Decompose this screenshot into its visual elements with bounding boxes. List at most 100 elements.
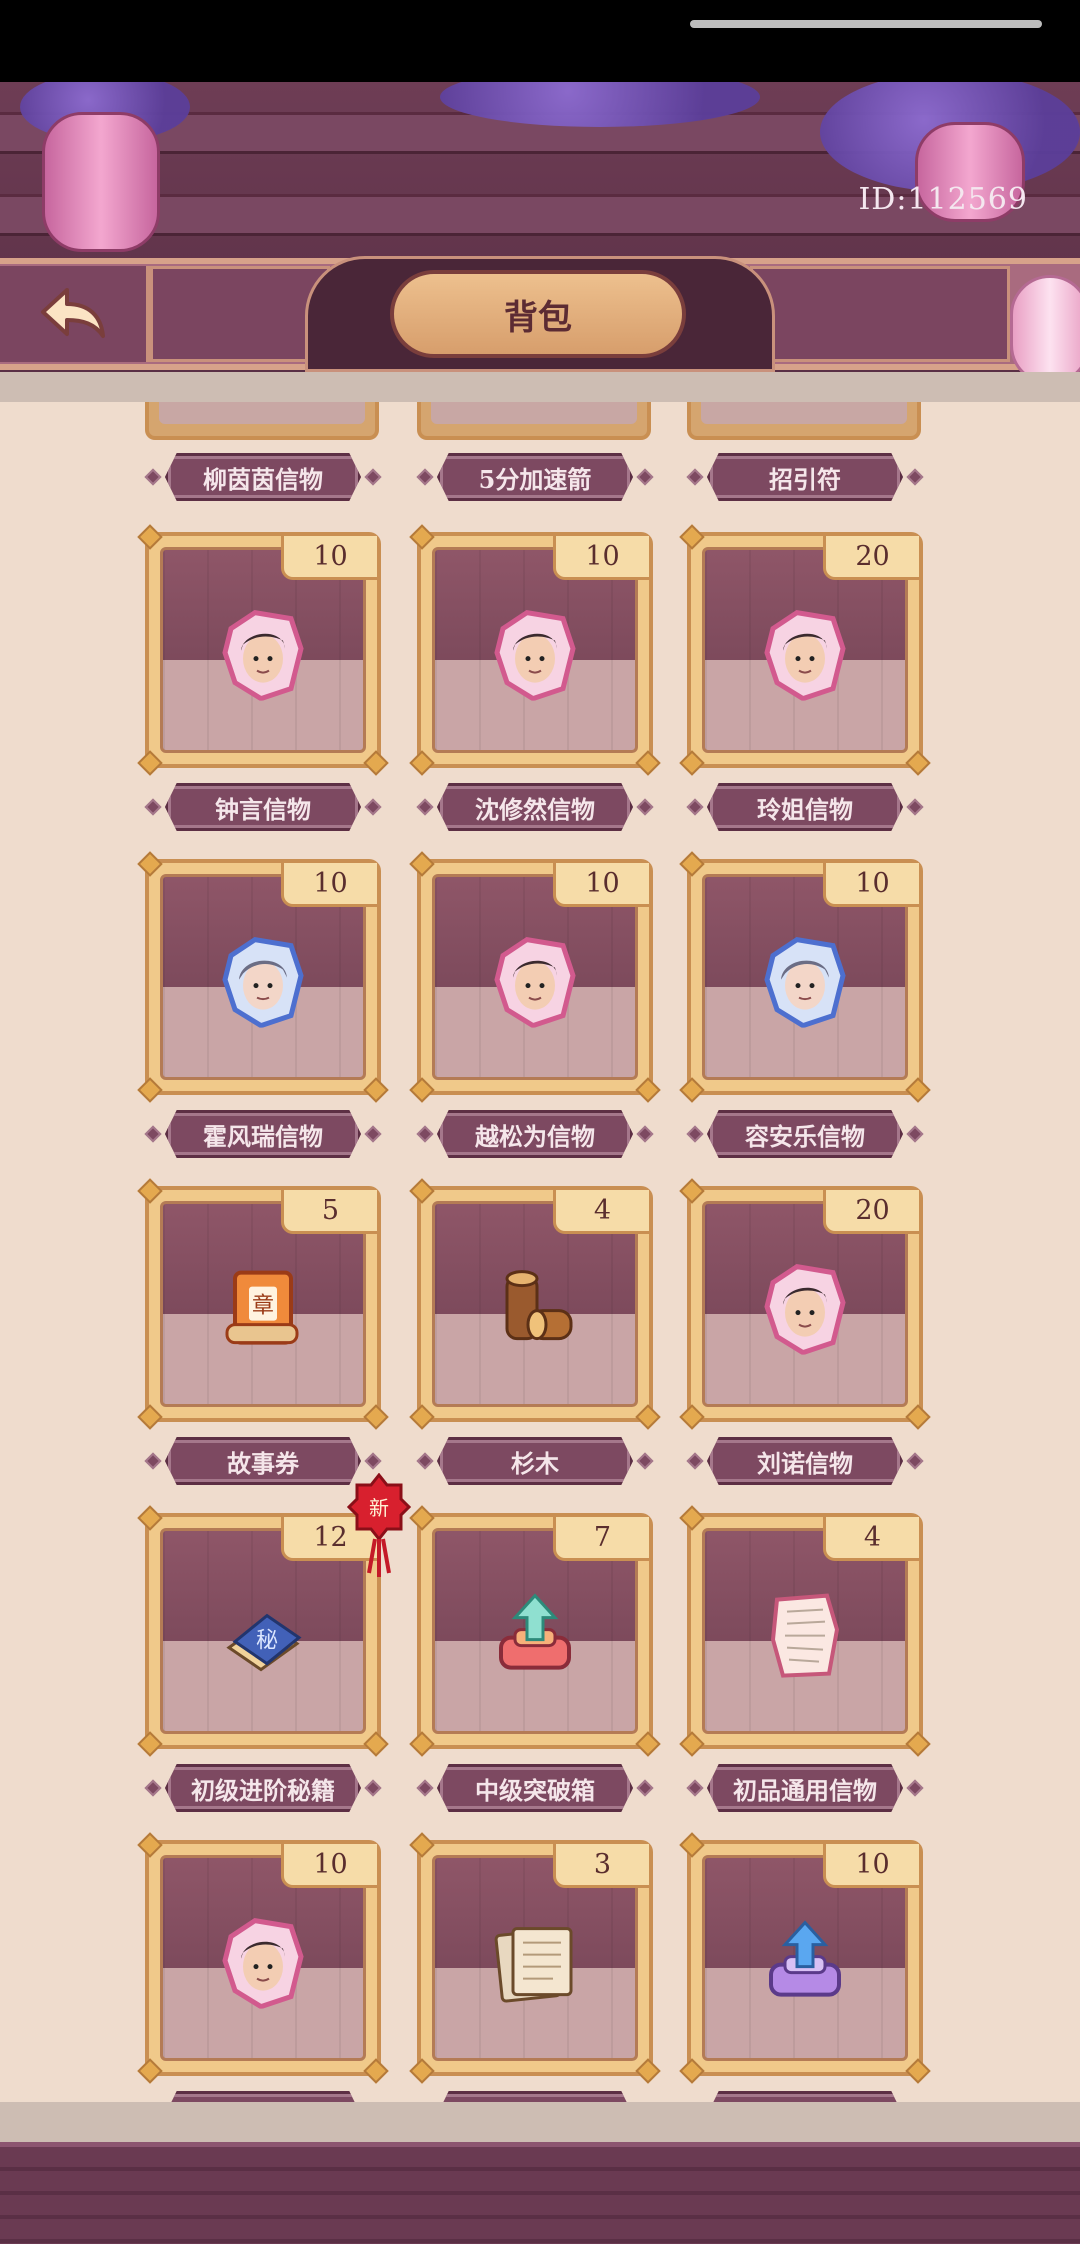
tag-ornament xyxy=(906,798,924,816)
tag-ornament xyxy=(686,798,704,816)
item-name-tag: 初级突破箱 xyxy=(687,2090,923,2102)
corner-ornament xyxy=(137,524,163,550)
tag-ornament xyxy=(416,798,434,816)
item-card[interactable]: 10 xyxy=(409,524,661,776)
item-card-partial[interactable] xyxy=(145,402,379,440)
portrait-icon xyxy=(221,1917,305,2010)
portrait-icon xyxy=(493,936,577,1029)
item-name-tag: 5分加速箭 xyxy=(416,452,654,502)
tag-ornament xyxy=(364,798,382,816)
corner-ornament xyxy=(137,851,163,877)
corner-ornament xyxy=(635,2058,661,2084)
item-card[interactable]: 12 秘 xyxy=(137,1505,389,1757)
item-name: 玲姐信物 xyxy=(707,783,903,831)
corner-ornament xyxy=(409,2058,435,2084)
corner-ornament xyxy=(409,1505,435,1531)
portrait-icon xyxy=(493,609,577,702)
portrait-icon xyxy=(763,1263,847,1356)
item-card-partial[interactable] xyxy=(687,402,921,440)
home-indicator[interactable] xyxy=(690,20,1042,28)
item-name-tag: 故事券 xyxy=(144,1436,382,1486)
item-count: 10 xyxy=(281,1844,377,1888)
corner-ornament xyxy=(905,1404,931,1430)
tag-ornament xyxy=(364,1779,382,1797)
back-button[interactable] xyxy=(0,266,150,362)
corner-ornament xyxy=(635,1077,661,1103)
item-name: 中级突破箱 xyxy=(437,1764,633,1812)
corner-ornament xyxy=(905,2058,931,2084)
tag-ornament xyxy=(364,1125,382,1143)
item-count: 10 xyxy=(281,863,377,907)
item-count: 10 xyxy=(823,1844,919,1888)
tag-ornament xyxy=(686,1779,704,1797)
card-inner xyxy=(431,402,637,424)
item-name: 钟言信物 xyxy=(165,783,361,831)
item-card[interactable]: 20 xyxy=(679,1178,931,1430)
item-name-tag: 初品通用信物 xyxy=(686,1763,924,1813)
paper-stack-icon xyxy=(493,1917,577,2009)
footer-bar xyxy=(0,2142,1080,2244)
item-count: 20 xyxy=(823,1190,919,1234)
item-name-tag: 柳茵茵信物 xyxy=(144,452,382,502)
item-count: 3 xyxy=(553,1844,649,1888)
corner-ornament xyxy=(905,1077,931,1103)
item-name: 霍风瑞信物 xyxy=(165,1110,361,1158)
corner-ornament xyxy=(137,750,163,776)
item-name-tag: 容安乐信物 xyxy=(686,1109,924,1159)
corner-ornament xyxy=(363,1404,389,1430)
item-card[interactable]: 10 xyxy=(409,851,661,1103)
corner-ornament xyxy=(409,1178,435,1204)
tag-ornament xyxy=(906,468,924,486)
corner-ornament xyxy=(679,851,705,877)
tag-ornament xyxy=(906,1125,924,1143)
item-card[interactable]: 7 xyxy=(409,1505,661,1757)
new-badge-label: 新 xyxy=(369,1496,389,1520)
item-card[interactable]: 10 xyxy=(679,851,931,1103)
portrait-icon xyxy=(763,609,847,702)
corner-ornament xyxy=(363,2058,389,2084)
corner-ornament xyxy=(679,1731,705,1757)
item-card[interactable]: 20 xyxy=(679,524,931,776)
corner-ornament xyxy=(137,1731,163,1757)
corner-ornament xyxy=(137,1505,163,1531)
item-card[interactable]: 3 xyxy=(409,1832,661,2084)
item-name-tag: 沈修然信物 xyxy=(416,782,654,832)
corner-ornament xyxy=(137,2058,163,2084)
item-card[interactable]: 4 xyxy=(679,1505,931,1757)
paper-token-icon xyxy=(763,1590,847,1682)
item-card[interactable]: 10 xyxy=(679,1832,931,2084)
item-name: 故事券 xyxy=(165,1437,361,1485)
item-count: 20 xyxy=(823,536,919,580)
item-card[interactable]: 10 xyxy=(137,851,389,1103)
corner-ornament xyxy=(905,750,931,776)
tag-ornament xyxy=(636,1452,654,1470)
card-inner xyxy=(159,402,365,424)
item-card[interactable]: 10 xyxy=(137,524,389,776)
item-name-tag: 越松为信物 xyxy=(416,1109,654,1159)
item-name-tag: 招揽票 xyxy=(417,2090,653,2102)
nav-panel xyxy=(150,266,330,362)
corner-ornament xyxy=(363,1077,389,1103)
tag-ornament xyxy=(364,1452,382,1470)
upgrade-box-icon xyxy=(763,1917,847,2009)
item-name: 刘诺信物 xyxy=(707,1437,903,1485)
inventory-grid: 柳茵茵信物 5分加速箭 招引符 10 钟言信物 10 沈修然信物 20 玲姐信物… xyxy=(0,402,1080,2102)
item-count: 10 xyxy=(553,536,649,580)
item-name: 容安乐信物 xyxy=(707,1110,903,1158)
item-card[interactable]: 10 xyxy=(137,1832,389,2084)
item-name: 越松为信物 xyxy=(437,1110,633,1158)
tag-ornament xyxy=(686,1452,704,1470)
corner-ornament xyxy=(635,1404,661,1430)
item-count: 4 xyxy=(553,1190,649,1234)
item-name-tag: 钟言信物 xyxy=(144,782,382,832)
portrait-icon xyxy=(221,609,305,702)
item-card-partial[interactable] xyxy=(417,402,651,440)
corner-ornament xyxy=(409,851,435,877)
item-name: 招揽票 xyxy=(437,2091,633,2102)
new-badge-icon: 新 xyxy=(346,1472,412,1577)
item-name-tag: 初级进阶秘籍 xyxy=(144,1763,382,1813)
item-card[interactable]: 4 xyxy=(409,1178,661,1430)
tag-ornament xyxy=(416,468,434,486)
svg-text:章: 章 xyxy=(252,1294,274,1319)
item-card[interactable]: 5 章 xyxy=(137,1178,389,1430)
